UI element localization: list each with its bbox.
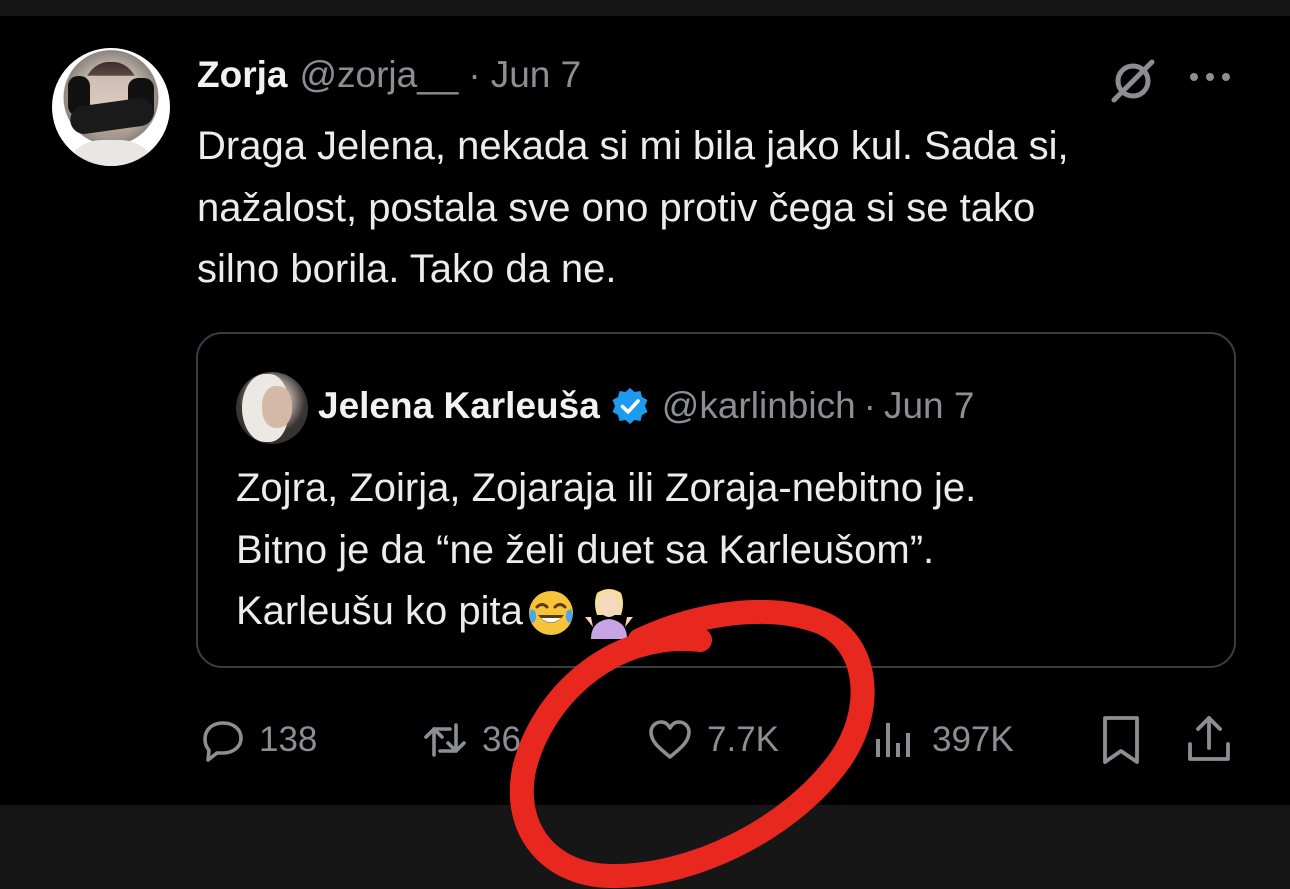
verified-badge-icon	[612, 388, 648, 424]
more-icon[interactable]	[1187, 64, 1233, 90]
bottom-bar	[0, 805, 1290, 889]
top-bar	[0, 0, 1290, 16]
share-icon[interactable]	[1184, 712, 1234, 766]
views-icon	[876, 723, 910, 757]
like-button[interactable]: 7.7K	[645, 712, 779, 768]
quoted-tweet-text: Zojra, Zoirja, Zojaraja ili Zoraja-nebit…	[236, 458, 1216, 643]
grok-icon[interactable]	[1108, 58, 1158, 104]
tweet-text: Draga Jelena, nekada si mi bila jako kul…	[197, 124, 1069, 291]
reply-icon	[203, 721, 243, 762]
quoted-separator-dot: ·	[863, 385, 876, 426]
quoted-author-avatar[interactable]	[236, 372, 308, 444]
reply-button[interactable]: 138	[197, 712, 317, 768]
person-shrugging-icon	[584, 589, 633, 640]
tweet-date[interactable]: Jun 7	[491, 54, 582, 96]
repost-icon	[424, 723, 466, 757]
bookmark-icon[interactable]	[1098, 714, 1144, 766]
heart-icon	[649, 720, 691, 759]
quoted-author-name[interactable]: Jelena Karleuša	[318, 385, 600, 427]
like-count: 7.7K	[707, 720, 779, 759]
quoted-tweet-date[interactable]: Jun 7	[884, 385, 975, 427]
separator-dot: ·	[468, 54, 481, 95]
author-avatar[interactable]	[52, 48, 170, 166]
author-handle[interactable]: @zorja__	[299, 54, 458, 96]
repost-count: 36	[482, 720, 521, 759]
face-with-tears-of-joy-icon	[528, 591, 573, 636]
views-count: 397K	[932, 720, 1014, 759]
quoted-tweet-card[interactable]: Jelena Karleuša @karlinbich · Jun 7 Zojr…	[196, 332, 1236, 668]
tweet-header: Zorja @zorja__ · Jun 7	[197, 54, 581, 98]
author-name[interactable]: Zorja	[197, 54, 287, 96]
quoted-author-handle[interactable]: @karlinbich	[662, 385, 856, 427]
repost-button[interactable]: 36	[420, 712, 521, 768]
reply-count: 138	[259, 720, 318, 759]
quoted-tweet-header: Jelena Karleuša @karlinbich · Jun 7	[318, 382, 975, 430]
views-button[interactable]: 397K	[870, 712, 1014, 768]
